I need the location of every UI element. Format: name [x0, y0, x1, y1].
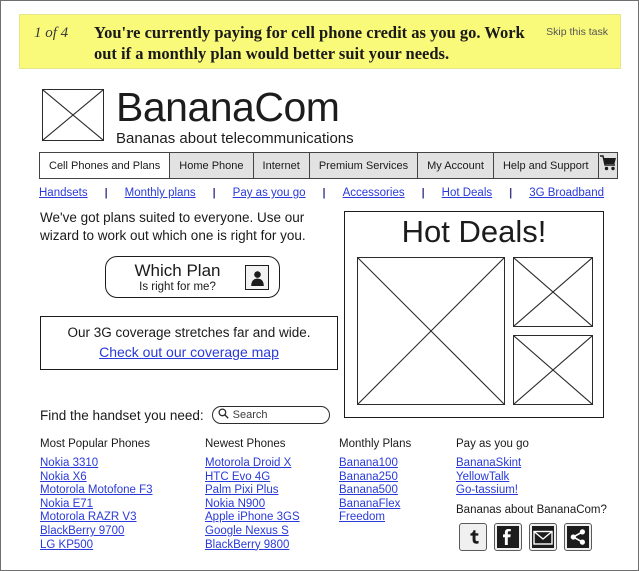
search-label: Find the handset you need: [40, 407, 204, 423]
subnav-separator: | [104, 187, 108, 199]
main-navigation: Cell Phones and Plans Home Phone Interne… [39, 152, 618, 179]
footer-link-bananaskint[interactable]: BananaSkint [456, 457, 529, 471]
subnav-link-handsets[interactable]: Handsets [39, 187, 88, 199]
footer-link-google-nexus-s[interactable]: Google Nexus S [205, 525, 300, 539]
page-root: 1 of 4 You're currently paying for cell … [0, 0, 639, 571]
shopping-cart-button[interactable] [598, 152, 618, 179]
footer-link-apple-iphone-3gs[interactable]: Apple iPhone 3GS [205, 511, 300, 525]
footer-link-bananaflex[interactable]: BananaFlex [339, 498, 411, 512]
search-input[interactable]: Search [211, 406, 330, 424]
nav-tab-cell-phones-and-plans[interactable]: Cell Phones and Plans [39, 152, 170, 179]
footer-link-freedom[interactable]: Freedom [339, 511, 411, 525]
email-icon [532, 526, 554, 548]
footer-link-motorola-razr-v3[interactable]: Motorola RAZR V3 [40, 511, 153, 525]
footer-link-lg-kp500[interactable]: LG KP500 [40, 539, 153, 553]
nav-tab-internet[interactable]: Internet [252, 152, 309, 179]
footer-link-htc-evo-4g[interactable]: HTC Evo 4G [205, 471, 300, 485]
coverage-map-link[interactable]: Check out our coverage map [41, 344, 337, 360]
person-avatar-icon [245, 265, 269, 290]
footer-link-nokia-3310[interactable]: Nokia 3310 [40, 457, 153, 471]
footer-link-yellowtalk[interactable]: YellowTalk [456, 471, 529, 485]
social-prompt-text: Bananas about BananaCom? [456, 504, 607, 516]
secondary-navigation: Handsets | Monthly plans | Pay as you go… [39, 187, 604, 199]
handset-search-row: Find the handset you need: Search [40, 406, 330, 424]
nav-tab-my-account[interactable]: My Account [417, 152, 493, 179]
subnav-separator: | [509, 187, 513, 199]
share-icon [567, 526, 589, 548]
subnav-link-3g-broadband[interactable]: 3G Broadband [529, 187, 604, 199]
footer-column-heading: Pay as you go [456, 438, 529, 450]
search-placeholder-text: Search [232, 409, 268, 421]
footer-link-nokia-e71[interactable]: Nokia E71 [40, 498, 153, 512]
nav-tab-home-phone[interactable]: Home Phone [169, 152, 253, 179]
footer-link-blackberry-9700[interactable]: BlackBerry 9700 [40, 525, 153, 539]
subnav-separator: | [421, 187, 425, 199]
hot-deals-title: Hot Deals! [401, 214, 547, 249]
which-plan-title: Which Plan [134, 261, 221, 280]
site-logo[interactable]: BananaCom Bananas about telecommunicatio… [42, 86, 354, 148]
subnav-separator: | [212, 187, 216, 199]
coverage-promo-box: Our 3G coverage stretches far and wide. … [40, 316, 338, 370]
facebook-button[interactable] [494, 523, 522, 551]
footer-link-nokia-x6[interactable]: Nokia X6 [40, 471, 153, 485]
footer-link-banana100[interactable]: Banana100 [339, 457, 411, 471]
subnav-link-monthly-plans[interactable]: Monthly plans [125, 187, 196, 199]
shopping-cart-icon [599, 155, 617, 176]
footer-link-nokia-n900[interactable]: Nokia N900 [205, 498, 300, 512]
nav-tab-help-and-support[interactable]: Help and Support [492, 152, 599, 179]
footer-column-most-popular-phones: Most Popular Phones Nokia 3310 Nokia X6 … [40, 438, 153, 552]
which-plan-subtitle: Is right for me? [139, 281, 216, 293]
footer-link-go-tassium[interactable]: Go-tassium! [456, 484, 529, 498]
subnav-link-hot-deals[interactable]: Hot Deals [442, 187, 493, 199]
footer-link-motorola-droid-x[interactable]: Motorola Droid X [205, 457, 300, 471]
social-links-row [459, 523, 592, 551]
footer-link-blackberry-9800[interactable]: BlackBerry 9800 [205, 539, 300, 553]
footer-column-heading: Most Popular Phones [40, 438, 150, 450]
crossed-box-placeholder-icon [42, 89, 104, 141]
footer-column-heading: Monthly Plans [339, 438, 412, 450]
magnifying-glass-icon [218, 406, 229, 424]
hot-deal-small-placeholder-2[interactable] [513, 335, 593, 405]
task-instruction-text: You're currently paying for cell phone c… [94, 23, 525, 63]
coverage-text: Our 3G coverage stretches far and wide. [67, 325, 311, 340]
subnav-link-accessories[interactable]: Accessories [343, 187, 405, 199]
site-wireframe: BananaCom Bananas about telecommunicatio… [19, 75, 621, 555]
footer-column-newest-phones: Newest Phones Motorola Droid X HTC Evo 4… [205, 438, 300, 552]
footer-link-palm-pixi-plus[interactable]: Palm Pixi Plus [205, 484, 300, 498]
skip-this-task-link[interactable]: Skip this task [546, 26, 608, 38]
footer-column-heading: Newest Phones [205, 438, 286, 450]
brand-text-block: BananaCom Bananas about telecommunicatio… [116, 86, 354, 148]
task-counter: 1 of 4 [34, 25, 69, 41]
hot-deals-panel: Hot Deals! [344, 211, 604, 418]
footer-link-banana250[interactable]: Banana250 [339, 471, 411, 485]
footer-column-pay-as-you-go: Pay as you go BananaSkint YellowTalk Go-… [456, 438, 529, 498]
promo-intro-text: We've got plans suited to everyone. Use … [40, 210, 306, 243]
nav-tab-premium-services[interactable]: Premium Services [308, 152, 418, 179]
email-button[interactable] [529, 523, 557, 551]
twitter-button[interactable] [459, 523, 487, 551]
hot-deal-large-placeholder[interactable] [357, 257, 505, 405]
brand-name: BananaCom [116, 84, 340, 130]
subnav-link-pay-as-you-go[interactable]: Pay as you go [233, 187, 306, 199]
footer-column-monthly-plans: Monthly Plans Banana100 Banana250 Banana… [339, 438, 411, 525]
footer-link-banana500[interactable]: Banana500 [339, 484, 411, 498]
share-button[interactable] [564, 523, 592, 551]
twitter-icon [462, 526, 484, 548]
which-plan-button[interactable]: Which Plan Is right for me? [105, 256, 280, 298]
task-banner: 1 of 4 You're currently paying for cell … [19, 14, 621, 69]
hot-deal-small-placeholder-1[interactable] [513, 257, 593, 327]
facebook-icon [497, 526, 519, 548]
brand-tagline: Bananas about telecommunications [116, 130, 354, 147]
subnav-separator: | [322, 187, 326, 199]
footer-link-motorola-motofone-f3[interactable]: Motorola Motofone F3 [40, 484, 153, 498]
